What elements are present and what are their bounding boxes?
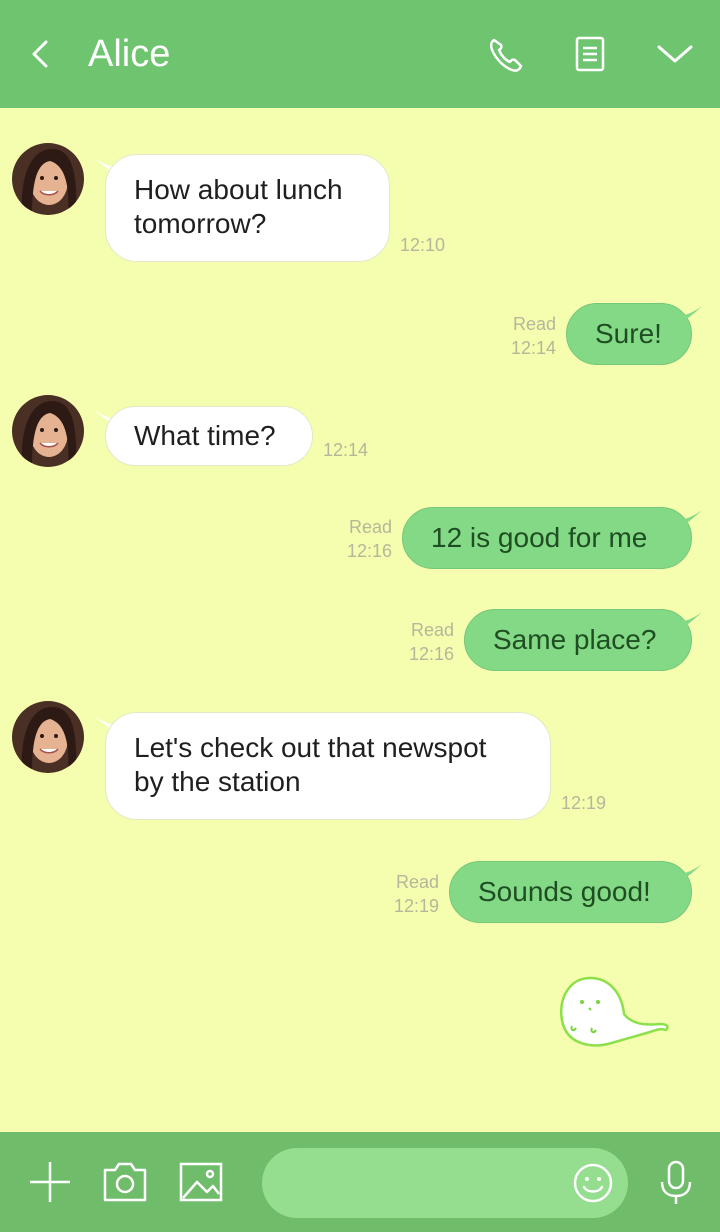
message-text-line: How about lunch [134, 174, 343, 205]
message-time: 12:19 [393, 896, 439, 916]
chevron-left-icon[interactable] [26, 36, 58, 72]
avatar-image [12, 701, 84, 773]
image-icon[interactable] [177, 1158, 225, 1206]
read-status: Read [395, 872, 439, 892]
message-text: 12 is good for me [431, 522, 648, 553]
read-status: Read [512, 314, 556, 334]
message-bubble-incoming[interactable]: Let's check out that newspot by the stat… [105, 712, 551, 820]
avatar[interactable] [12, 395, 84, 467]
message-meta: Read 12:14 [500, 312, 556, 360]
notes-icon[interactable] [570, 32, 610, 76]
smiley-icon[interactable] [572, 1162, 614, 1204]
bubble-tail [676, 306, 702, 326]
message-text-line: tomorrow? [134, 208, 267, 239]
message-time: 12:10 [400, 235, 446, 255]
chat-title: Alice [88, 33, 171, 75]
read-status: Read [348, 517, 392, 537]
message-bubble-outgoing[interactable]: Same place? [464, 609, 692, 671]
bubble-tail [676, 612, 702, 632]
message-bubble-incoming[interactable]: What time? [105, 406, 313, 466]
chat-header: Alice [0, 0, 720, 108]
message-bubble-incoming[interactable]: How about lunch tomorrow? [105, 154, 390, 262]
message-text: Sounds good! [478, 876, 651, 907]
message-input[interactable] [262, 1148, 628, 1218]
ghost-sticker[interactable] [556, 970, 676, 1060]
avatar-image [12, 143, 84, 215]
microphone-icon[interactable] [652, 1158, 700, 1206]
phone-icon[interactable] [486, 32, 526, 76]
message-text-line: Let's check out that newspot [134, 732, 487, 763]
plus-icon[interactable] [26, 1158, 74, 1206]
message-bubble-outgoing[interactable]: Sure! [566, 303, 692, 365]
bubble-tail [676, 510, 702, 530]
message-text: Sure! [595, 318, 662, 349]
message-time: 12:19 [561, 793, 607, 813]
message-time: 12:16 [346, 541, 392, 561]
message-text-line: What time? [134, 420, 276, 451]
message-time: 12:16 [408, 644, 454, 664]
message-meta: Read 12:16 [336, 515, 392, 563]
message-time: 12:14 [323, 440, 369, 460]
message-meta: Read 12:16 [398, 618, 454, 666]
message-bubble-outgoing[interactable]: 12 is good for me [402, 507, 692, 569]
message-time: 12:14 [510, 338, 556, 358]
avatar[interactable] [12, 701, 84, 773]
chevron-down-icon[interactable] [654, 32, 696, 76]
message-text: Same place? [493, 624, 657, 655]
bubble-tail [676, 864, 702, 884]
avatar-image [12, 395, 84, 467]
chat-area[interactable]: How about lunch tomorrow? 12:10 Read 12:… [0, 108, 720, 1132]
input-bar [0, 1132, 720, 1232]
message-meta: Read 12:19 [383, 870, 439, 918]
message-bubble-outgoing[interactable]: Sounds good! [449, 861, 692, 923]
message-text-line: by the station [134, 766, 301, 797]
camera-icon[interactable] [101, 1158, 149, 1206]
read-status: Read [410, 620, 454, 640]
avatar[interactable] [12, 143, 84, 215]
